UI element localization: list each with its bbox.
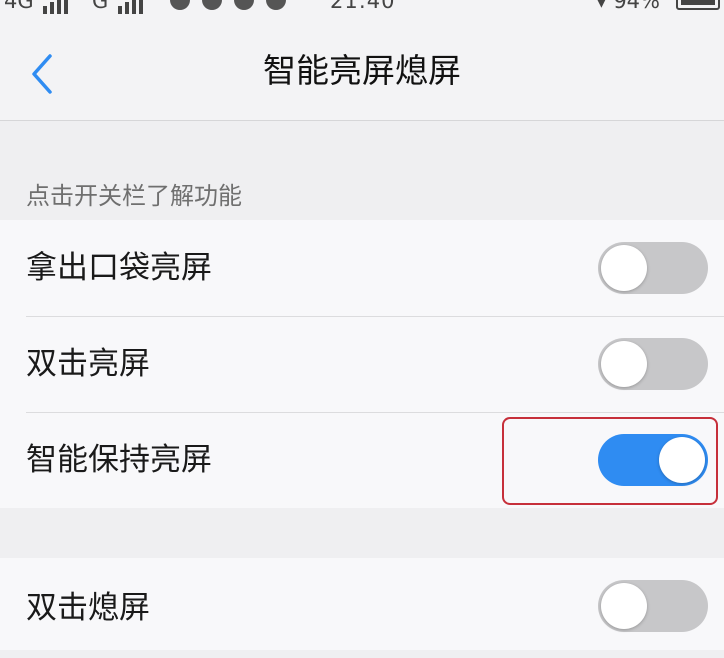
signal-bars-icon <box>43 0 71 14</box>
setting-row-pocket-wake[interactable]: 拿出口袋亮屏 <box>0 220 724 316</box>
usb-icon <box>170 0 190 10</box>
setting-row-smart-stay-awake[interactable]: 智能保持亮屏 <box>0 412 724 508</box>
status-time: 21:40 <box>330 0 396 13</box>
double-tap-wake-toggle[interactable] <box>598 338 708 390</box>
toggle-knob <box>659 437 705 483</box>
toggle-knob <box>601 341 647 387</box>
network-4g: 4G <box>4 0 71 14</box>
pocket-wake-toggle[interactable] <box>598 242 708 294</box>
page-title: 智能亮屏熄屏 <box>263 51 461 90</box>
settings-group: 拿出口袋亮屏 双击亮屏 智能保持亮屏 <box>0 220 724 508</box>
setting-label: 智能保持亮屏 <box>26 442 212 478</box>
battery-icon <box>676 0 720 10</box>
setting-row-double-tap-sleep[interactable]: 双击熄屏 <box>0 558 724 658</box>
wifi-icon: ▾ <box>596 0 607 13</box>
setting-row-double-tap-wake[interactable]: 双击亮屏 <box>0 316 724 412</box>
setting-label: 双击熄屏 <box>26 590 150 626</box>
network-4g-label: 4G <box>4 0 34 13</box>
battery-percent: 94% <box>613 0 660 13</box>
network-g-label: G <box>92 0 109 13</box>
smart-stay-awake-toggle[interactable] <box>598 434 708 486</box>
setting-label: 双击亮屏 <box>26 346 150 382</box>
status-bar: 4G G 21:40 ▾ 94% <box>0 0 724 14</box>
double-tap-sleep-toggle[interactable] <box>598 580 708 632</box>
nav-bar: 智能亮屏熄屏 <box>0 14 724 121</box>
notification-icon <box>202 0 222 10</box>
notification-icons <box>170 0 298 14</box>
chat-icon <box>234 0 254 10</box>
section-header: 点击开关栏了解功能 <box>26 182 242 210</box>
network-g: G <box>92 0 146 14</box>
toggle-knob <box>601 245 647 291</box>
settings-group-2: 双击熄屏 <box>0 558 724 650</box>
signal-bars-icon <box>117 0 146 14</box>
toggle-knob <box>601 583 647 629</box>
setting-label: 拿出口袋亮屏 <box>26 250 212 286</box>
shield-icon <box>266 0 286 10</box>
battery-level: ▾ 94% <box>596 0 660 14</box>
